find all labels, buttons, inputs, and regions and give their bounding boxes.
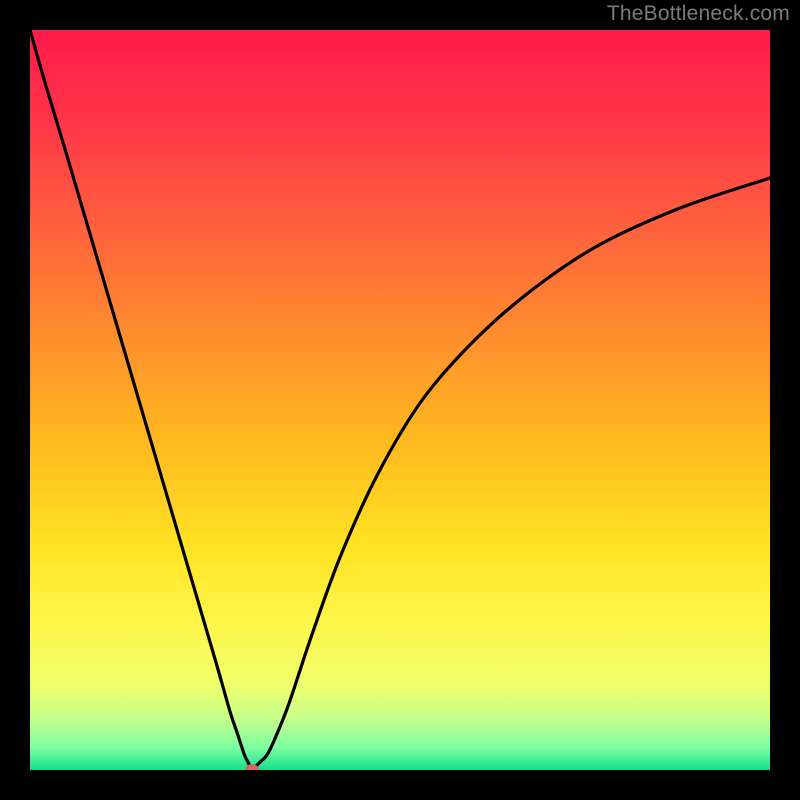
minimum-marker xyxy=(245,764,259,770)
chart-frame: TheBottleneck.com xyxy=(0,0,800,800)
bottleneck-curve xyxy=(30,30,770,770)
plot-area xyxy=(30,30,770,770)
watermark-text: TheBottleneck.com xyxy=(607,2,790,26)
